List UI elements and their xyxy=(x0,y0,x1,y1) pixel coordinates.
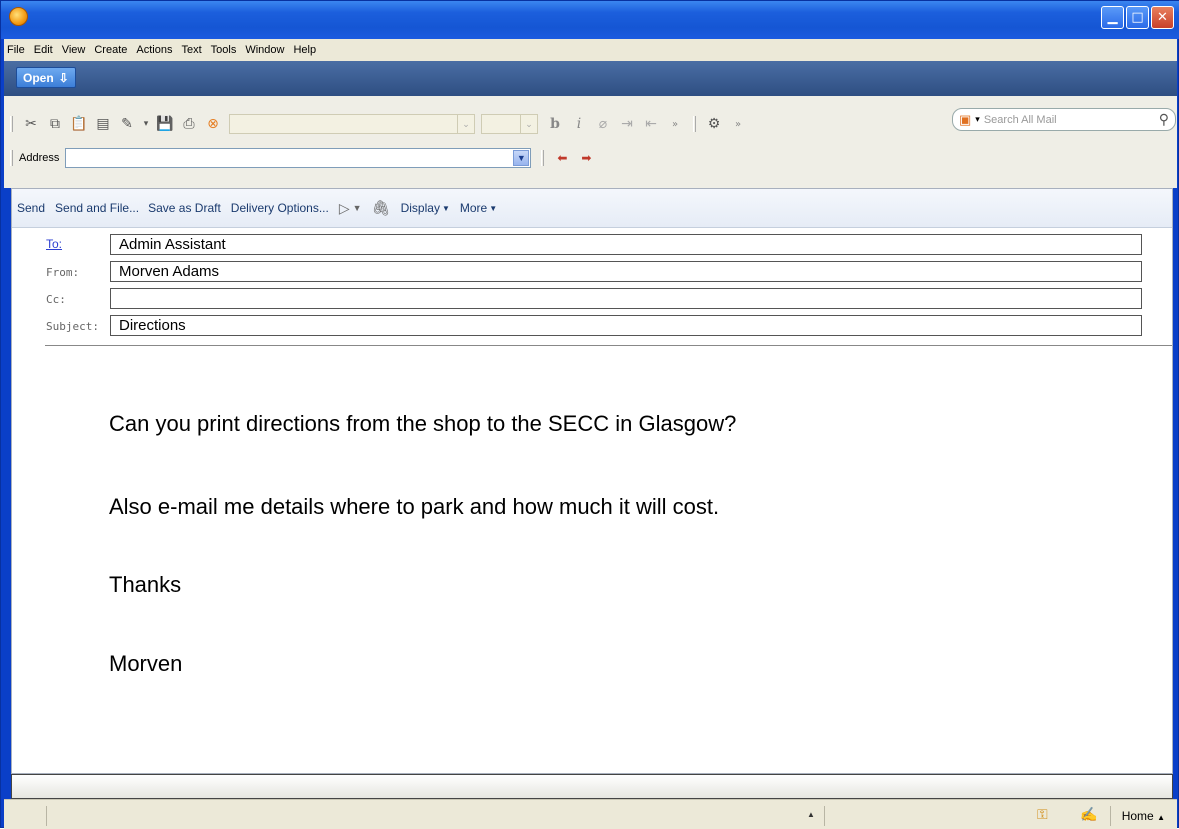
home-menu[interactable]: Home ▲ xyxy=(1122,809,1165,823)
chevron-up-icon: ▲ xyxy=(1157,813,1165,822)
font-size-select[interactable]: ⌄ xyxy=(481,114,538,134)
font-select[interactable]: ⌄ xyxy=(229,114,475,134)
highlight-icon[interactable]: ⌀ xyxy=(594,115,612,133)
attach-icon[interactable]: 🖇 xyxy=(372,199,391,217)
status-divider xyxy=(824,806,825,826)
compose-panel: Send Send and File... Save as Draft Deli… xyxy=(11,188,1173,774)
toolbar-grip[interactable] xyxy=(693,116,696,132)
chevron-down-icon: ⌄ xyxy=(457,115,474,133)
subject-field[interactable]: Directions xyxy=(110,315,1142,336)
cc-field[interactable] xyxy=(110,288,1142,309)
body-line: Thanks xyxy=(109,572,182,597)
to-field[interactable]: Admin Assistant xyxy=(110,234,1142,255)
toolbar: ✂ ⧉ 📋 ▤ ✎ ▾ 💾 ⎙ ⊗ ⌄ ⌄ b i ⌀ ⇥ ⇤ » ⚙ » ▣ … xyxy=(4,96,1177,188)
address-toolbar-row: Address ▼ ⬅ ➡ xyxy=(4,144,598,172)
from-field[interactable]: Morven Adams xyxy=(110,261,1142,282)
menu-file[interactable]: File xyxy=(7,44,25,56)
flag-icon[interactable]: ▷ ▼ xyxy=(339,200,362,217)
window-controls: ▁ □ ✕ xyxy=(1101,6,1174,29)
format-toolbar-row: ✂ ⧉ 📋 ▤ ✎ ▾ 💾 ⎙ ⊗ ⌄ ⌄ b i ⌀ ⇥ ⇤ » ⚙ » xyxy=(4,110,750,138)
address-input[interactable]: ▼ xyxy=(65,148,532,168)
cut-icon[interactable]: ✂ xyxy=(22,115,40,133)
display-menu[interactable]: Display ▼ xyxy=(401,201,450,215)
down-arrow-icon: ⇩ xyxy=(58,70,69,85)
copy-icon[interactable]: ⧉ xyxy=(46,115,64,133)
to-label[interactable]: To: xyxy=(46,237,62,251)
header-divider xyxy=(45,345,1172,346)
email-window: ▁ □ ✕ File Edit View Create Actions Text… xyxy=(0,0,1179,829)
display-label: Display xyxy=(400,201,440,215)
menu-bar: File Edit View Create Actions Text Tools… xyxy=(4,39,1177,61)
overflow-icon[interactable]: » xyxy=(729,115,747,133)
toolbar-grip[interactable] xyxy=(10,150,13,166)
go-forward-icon[interactable]: ➡ xyxy=(577,149,595,167)
body-line: Also e-mail me details where to park and… xyxy=(109,494,720,519)
send-button[interactable]: Send xyxy=(17,201,45,215)
nav-bar: Open ⇩ xyxy=(4,61,1177,96)
status-bar: ▲ ⚿ ✍ Home ▲ xyxy=(4,799,1177,829)
print-icon[interactable]: ⎙ xyxy=(180,115,198,133)
lower-pane xyxy=(11,774,1173,799)
minimize-button[interactable]: ▁ xyxy=(1101,6,1124,29)
delivery-options-button[interactable]: Delivery Options... xyxy=(231,201,329,215)
spellcheck-icon[interactable]: ⚙ xyxy=(705,115,723,133)
open-label: Open xyxy=(23,70,54,85)
cc-label: Cc: xyxy=(46,293,66,306)
dropdown-arrow-icon: ▼ xyxy=(352,203,362,213)
toolbar-grip[interactable] xyxy=(541,150,545,166)
menu-text[interactable]: Text xyxy=(181,44,201,56)
bold-icon[interactable]: b xyxy=(546,115,564,133)
menu-help[interactable]: Help xyxy=(293,44,316,56)
paste-icon[interactable]: 📋 xyxy=(70,115,88,133)
save-as-draft-button[interactable]: Save as Draft xyxy=(148,201,221,215)
app-icon[interactable] xyxy=(9,7,28,26)
indent-icon[interactable]: ⇥ xyxy=(618,115,636,133)
home-label: Home xyxy=(1121,809,1154,823)
menu-create[interactable]: Create xyxy=(94,44,127,56)
italic-icon[interactable]: i xyxy=(570,115,588,133)
dropdown-arrow-icon: ▼ xyxy=(441,203,450,213)
more-label: More xyxy=(459,201,488,215)
search-input[interactable]: Search All Mail xyxy=(984,114,1159,126)
compose-action-bar: Send Send and File... Save as Draft Deli… xyxy=(12,189,1172,228)
toolbar-grip[interactable] xyxy=(10,116,13,132)
open-button[interactable]: Open ⇩ xyxy=(16,67,76,88)
chevron-down-icon[interactable]: ▼ xyxy=(513,150,530,166)
outdent-icon[interactable]: ⇤ xyxy=(642,115,660,133)
paste-special-icon[interactable]: ▤ xyxy=(94,115,112,133)
address-label: Address xyxy=(19,152,60,164)
subject-label: Subject: xyxy=(46,320,99,333)
search-scope-icon[interactable]: ▣ xyxy=(959,112,971,128)
more-menu[interactable]: More ▼ xyxy=(460,201,497,215)
menu-window[interactable]: Window xyxy=(245,44,284,56)
new-icon[interactable]: ✎ xyxy=(118,115,136,133)
dropdown-arrow-icon[interactable]: ▾ xyxy=(142,115,150,133)
body-line: Can you print directions from the shop t… xyxy=(109,411,737,436)
status-up-arrow-icon[interactable]: ▲ xyxy=(807,810,815,819)
menu-tools[interactable]: Tools xyxy=(211,44,237,56)
dropdown-arrow-icon: ▼ xyxy=(489,203,498,213)
go-back-icon[interactable]: ⬅ xyxy=(553,149,571,167)
close-button[interactable]: ✕ xyxy=(1151,6,1174,29)
save-icon[interactable]: 💾 xyxy=(156,115,174,133)
send-and-file-button[interactable]: Send and File... xyxy=(55,201,139,215)
body-line: Morven xyxy=(109,651,183,676)
menu-edit[interactable]: Edit xyxy=(34,44,53,56)
overflow-icon[interactable]: » xyxy=(666,115,684,133)
search-box[interactable]: ▣ ▾ Search All Mail ⚲ xyxy=(952,108,1176,131)
menu-actions[interactable]: Actions xyxy=(136,44,172,56)
dropdown-arrow-icon[interactable]: ▾ xyxy=(975,114,980,125)
status-divider xyxy=(46,806,47,826)
menu-view[interactable]: View xyxy=(62,44,86,56)
status-divider xyxy=(1110,806,1111,826)
from-label: From: xyxy=(46,266,80,279)
search-icon[interactable]: ⚲ xyxy=(1159,111,1169,128)
signature-icon[interactable]: ✍ xyxy=(1080,806,1097,823)
chevron-down-icon: ⌄ xyxy=(520,115,537,133)
key-icon[interactable]: ⚿ xyxy=(1037,806,1048,823)
maximize-button[interactable]: □ xyxy=(1126,6,1149,29)
cancel-icon[interactable]: ⊗ xyxy=(204,115,222,133)
title-bar: ▁ □ ✕ xyxy=(1,1,1179,39)
